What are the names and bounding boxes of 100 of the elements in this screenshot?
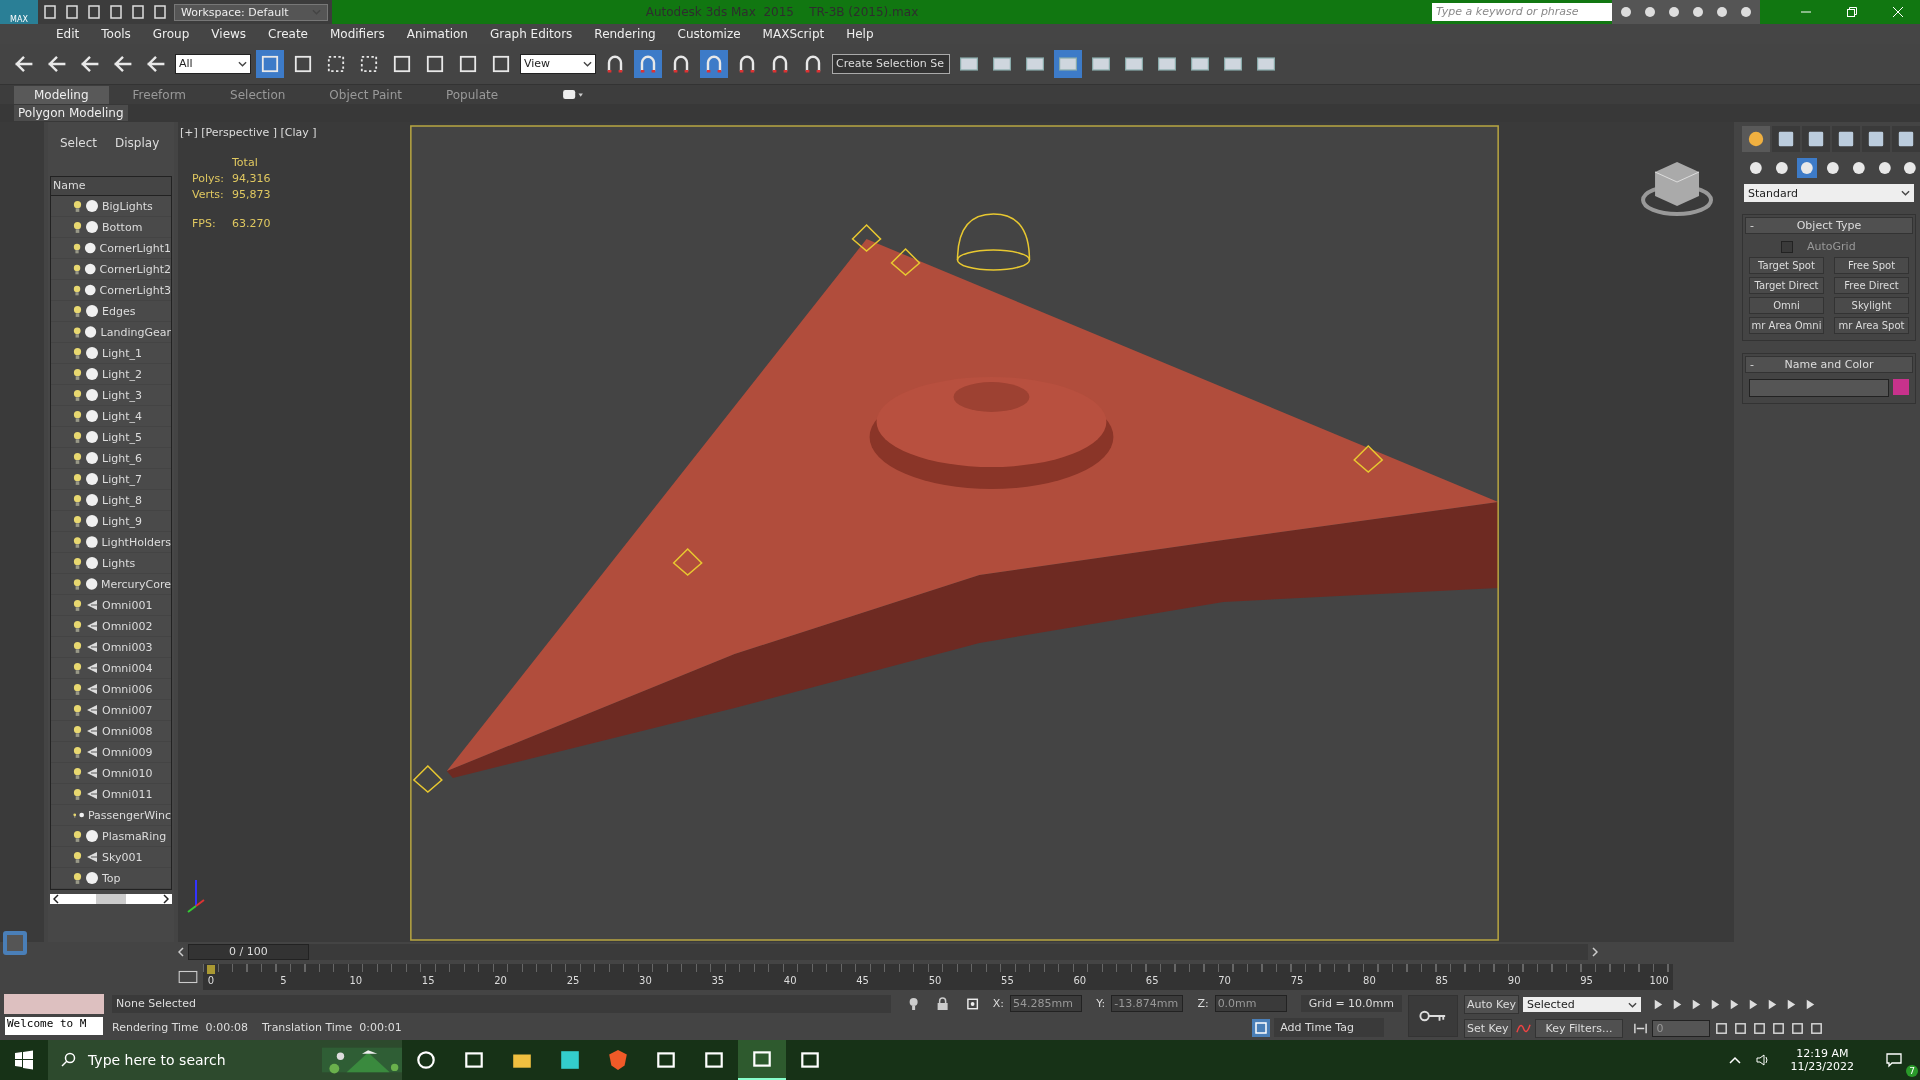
key-mode-dropdown[interactable]: Selected	[1523, 997, 1641, 1013]
bulb-icon[interactable]	[73, 850, 82, 864]
taskbar-search-field[interactable]: Type here to search	[48, 1040, 402, 1080]
scene-item[interactable]: Omni010	[51, 763, 171, 785]
scene-item[interactable]: Light_1	[51, 343, 171, 365]
scene-item[interactable]: Light_2	[51, 364, 171, 386]
menu-item[interactable]: Customize	[677, 26, 741, 41]
color-swatch[interactable]	[1893, 379, 1909, 396]
column-header[interactable]: Name	[51, 177, 171, 197]
viewport-label[interactable]: [+] [Perspective ] [Clay ]	[180, 126, 317, 140]
light-type-button[interactable]: Target Direct	[1749, 277, 1824, 295]
scene-item[interactable]: Omni007	[51, 700, 171, 722]
create-icon[interactable]	[1742, 126, 1770, 153]
workspace-dropdown[interactable]: Workspace: Default	[174, 3, 328, 21]
scene-item[interactable]: Omni008	[51, 721, 171, 743]
named-selection-dropdown[interactable]: Create Selection Se	[832, 53, 950, 74]
bulb-icon[interactable]	[73, 493, 82, 507]
bulb-icon[interactable]	[73, 325, 82, 339]
bulb-icon[interactable]	[73, 430, 82, 444]
scene-item[interactable]: Omni009	[51, 742, 171, 764]
y-coordinate-field[interactable]: -13.874mm	[1111, 995, 1184, 1013]
name-field[interactable]	[1749, 379, 1889, 398]
bulb-icon[interactable]	[73, 367, 82, 381]
menu-item[interactable]: Help	[846, 26, 874, 41]
time-tag-icon[interactable]	[1252, 1019, 1271, 1037]
menu-item[interactable]: Graph Editors	[489, 26, 573, 41]
rollout-header[interactable]: - Name and Color	[1745, 356, 1913, 374]
bulb-icon[interactable]	[73, 262, 82, 276]
scene-item[interactable]: Top	[51, 868, 171, 890]
scene-item[interactable]: LandingGear	[51, 322, 171, 344]
bulb-icon[interactable]	[73, 577, 82, 591]
scene-item[interactable]: Bottom	[51, 217, 171, 239]
selection-filter-dropdown[interactable]: All	[175, 53, 251, 74]
bulb-icon[interactable]	[73, 724, 82, 738]
search-field[interactable]: Type a keyword or phrase	[1432, 3, 1612, 21]
scene-item[interactable]: Omni011	[51, 784, 171, 806]
menu-item[interactable]: Rendering	[594, 26, 656, 41]
scene-item[interactable]: Light_4	[51, 406, 171, 428]
light-type-button[interactable]: Omni	[1749, 297, 1824, 315]
light-type-button[interactable]: Skylight	[1834, 297, 1909, 315]
bulb-icon[interactable]	[73, 472, 82, 486]
rollout-header[interactable]: - Object Type	[1745, 217, 1913, 235]
isolate-bulb-icon[interactable]	[907, 997, 921, 1011]
bulb-icon[interactable]	[73, 829, 82, 843]
bulb-icon[interactable]	[73, 871, 82, 885]
bulb-icon[interactable]	[73, 451, 82, 465]
bulb-icon[interactable]	[73, 388, 82, 402]
scene-item[interactable]: Light_5	[51, 427, 171, 449]
bulb-icon[interactable]	[73, 682, 82, 696]
scene-item[interactable]: Omni006	[51, 679, 171, 701]
autogrid-checkbox[interactable]	[1781, 240, 1793, 253]
time-slider-thumb[interactable]: 0 / 100	[188, 944, 309, 961]
scene-item[interactable]: PlasmaRing	[51, 826, 171, 848]
bulb-icon[interactable]	[73, 640, 82, 654]
explorer-menu[interactable]: Display	[115, 136, 160, 151]
bulb-icon[interactable]	[73, 220, 82, 234]
bulb-icon[interactable]	[73, 283, 82, 297]
curve-editor-toggle-icon[interactable]	[177, 969, 199, 986]
bulb-icon[interactable]	[73, 745, 82, 759]
app-logo[interactable]: MAX	[0, 0, 38, 24]
scene-item[interactable]: CornerLight3	[51, 280, 171, 302]
windows-start-icon[interactable]	[14, 1050, 34, 1070]
bulb-icon[interactable]	[73, 556, 82, 570]
bulb-icon[interactable]	[73, 346, 82, 360]
ribbon-tab[interactable]: Modeling	[14, 85, 109, 104]
scene-item[interactable]: LightHolders	[51, 532, 171, 554]
ribbon-options-icon[interactable]	[562, 89, 585, 100]
lock-icon[interactable]	[936, 997, 950, 1011]
viewcube-icon[interactable]	[1641, 162, 1713, 217]
notification-button[interactable]: 7	[1868, 1042, 1920, 1078]
light-type-button[interactable]: Free Direct	[1834, 277, 1909, 295]
scene-item[interactable]: CornerLight1	[51, 238, 171, 260]
menu-item[interactable]: Tools	[101, 26, 131, 41]
close-icon[interactable]	[1892, 6, 1904, 18]
menu-item[interactable]: MAXScript	[762, 26, 825, 41]
menu-item[interactable]: Group	[152, 26, 190, 41]
set-key-mode-button[interactable]: Set Key	[1464, 1019, 1512, 1039]
time-slider[interactable]: 0 / 100	[188, 944, 1588, 961]
menu-item[interactable]: Create	[268, 26, 308, 41]
bulb-icon[interactable]	[73, 766, 82, 780]
clock[interactable]: 12:19 AM 11/23/2022	[1790, 1047, 1854, 1073]
bulb-icon[interactable]	[73, 514, 82, 528]
bulb-icon[interactable]	[73, 304, 82, 318]
scene-item[interactable]: MercuryCore	[51, 574, 171, 596]
bulb-icon[interactable]	[73, 409, 82, 423]
auto-key-button[interactable]: Auto Key	[1464, 995, 1519, 1015]
restore-icon[interactable]	[1846, 6, 1858, 18]
add-time-tag-button[interactable]: Add Time Tag	[1274, 1018, 1384, 1038]
horizontal-scrollbar[interactable]	[50, 894, 172, 905]
ribbon-tab[interactable]: Freeform	[112, 85, 207, 104]
reference-coordinate-dropdown[interactable]: View	[520, 53, 596, 74]
light-type-button[interactable]: Target Spot	[1749, 257, 1824, 275]
bulb-icon[interactable]	[73, 535, 82, 549]
scene-item[interactable]: Omni002	[51, 616, 171, 638]
volume-icon[interactable]	[1754, 1052, 1771, 1068]
track-bar[interactable]: 0 5 10 15 20 25 30 35 40 45 50 55 60 65 70 75 80 85 90 95 100	[203, 964, 1673, 991]
menu-item[interactable]: Views	[211, 26, 247, 41]
menu-item[interactable]: Modifiers	[329, 26, 385, 41]
bulb-icon[interactable]	[73, 661, 82, 675]
menu-item[interactable]: Edit	[56, 26, 80, 41]
